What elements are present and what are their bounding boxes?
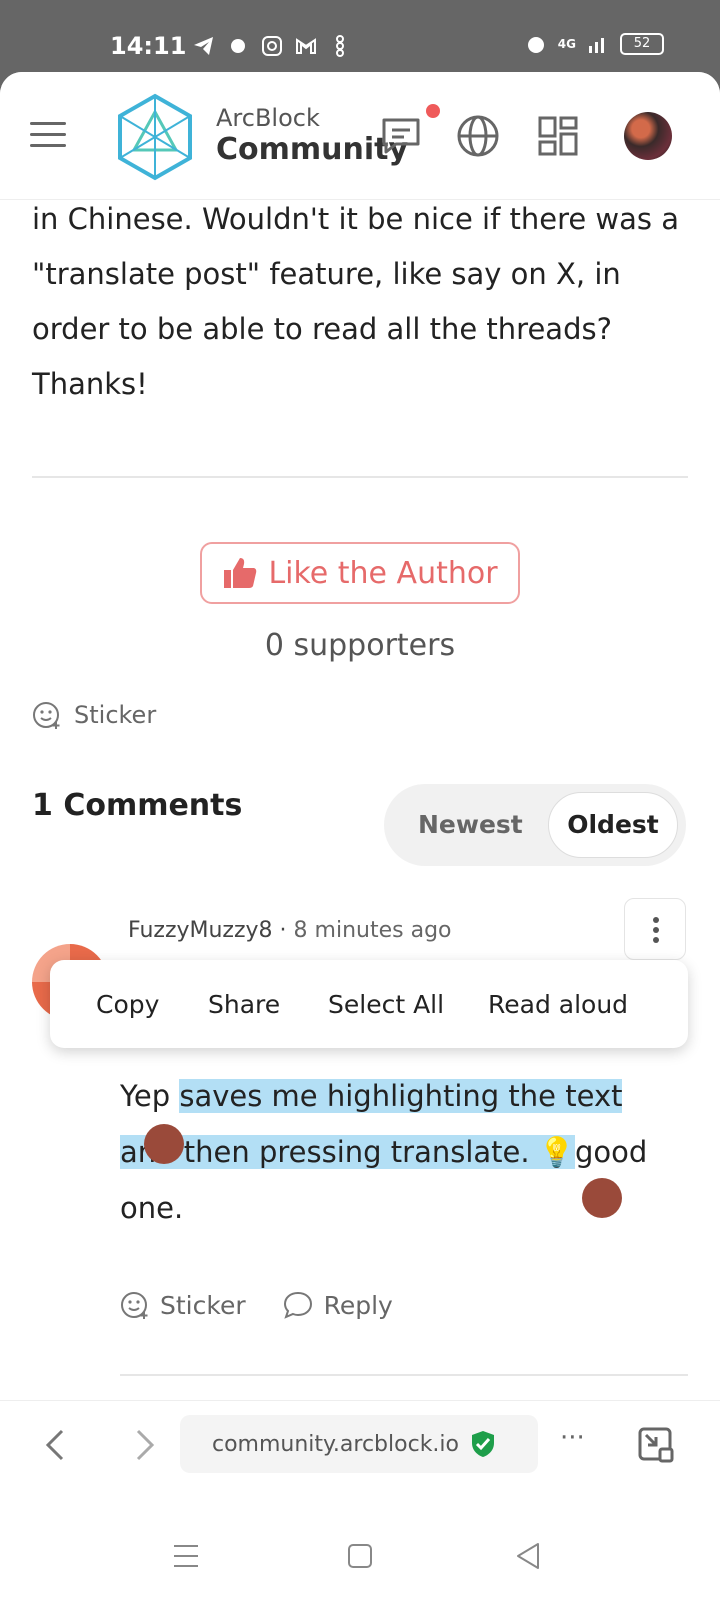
comments-count-title: 1 Comments (32, 788, 243, 823)
comment-more-options-button[interactable] (624, 898, 686, 960)
comment-actions: Sticker Reply (120, 1290, 393, 1320)
forward-arrow-icon[interactable] (124, 1425, 164, 1465)
system-navigation-bar (0, 1510, 720, 1600)
supporters-count: 0 supporters (264, 628, 456, 663)
comment-sticker-button[interactable]: Sticker (120, 1290, 246, 1320)
apps-grid-icon[interactable] (534, 112, 582, 160)
gmail-icon (296, 38, 316, 54)
app-icon (231, 39, 245, 53)
like-author-button[interactable]: Like the Author (200, 542, 520, 604)
back-arrow-icon[interactable] (36, 1425, 76, 1465)
sort-oldest-option[interactable]: Oldest (548, 792, 678, 858)
menu-share[interactable]: Share (208, 990, 280, 1019)
back-triangle-icon[interactable] (510, 1538, 546, 1574)
minimize-window-icon[interactable] (636, 1425, 676, 1465)
chat-icon[interactable] (378, 112, 426, 160)
network-type: 4G (557, 37, 576, 51)
comment-reply-button[interactable]: Reply (282, 1290, 393, 1320)
recent-apps-icon[interactable] (168, 1538, 204, 1574)
comment-sticker-label: Sticker (160, 1290, 246, 1320)
more-options-icon[interactable]: ··· (560, 1423, 585, 1453)
brand-name: ArcBlock (216, 104, 320, 132)
status-bar: 14:11 4G 52 (0, 0, 720, 80)
secure-shield-icon (472, 1431, 494, 1457)
post-divider (32, 476, 688, 478)
home-icon[interactable] (342, 1538, 378, 1574)
sort-newest-option[interactable]: Newest (418, 810, 523, 839)
notification-dot (426, 104, 440, 118)
telegram-icon (194, 37, 213, 55)
menu-copy[interactable]: Copy (96, 990, 159, 1019)
sticker-icon (121, 1292, 148, 1319)
text-selection-context-menu: Copy Share Select All Read aloud (50, 960, 688, 1048)
comment-author-name[interactable]: FuzzyMuzzy8 (128, 918, 273, 943)
like-author-label: Like the Author (268, 555, 498, 591)
comment-sort-toggle: Newest Oldest (384, 784, 686, 866)
signal-icon (589, 38, 604, 53)
globe-icon[interactable] (454, 112, 502, 160)
app-page: ArcBlock Community in Chinese. Wouldn't … (0, 72, 720, 1472)
instagram-icon (262, 36, 282, 56)
comment-timestamp: 8 minutes ago (293, 918, 452, 943)
address-bar[interactable]: community.arcblock.io (180, 1415, 538, 1473)
reply-bubble-icon (283, 1291, 312, 1319)
sticker-icon (33, 702, 60, 729)
comment-text-pre: Yep (120, 1079, 180, 1113)
post-body-text: in Chinese. Wouldn't it be nice if there… (32, 202, 680, 401)
comment-meta: FuzzyMuzzy8 · 8 minutes ago (128, 918, 452, 943)
top-nav-bar: ArcBlock Community (0, 72, 720, 200)
user-avatar[interactable] (624, 112, 672, 160)
selected-text[interactable]: saves me highlighting the text and then … (120, 1079, 623, 1169)
menu-read-aloud[interactable]: Read aloud (488, 990, 628, 1019)
notification-icons (192, 34, 352, 58)
pinwheel-icon (336, 35, 344, 57)
url-text: community.arcblock.io (212, 1431, 459, 1457)
menu-select-all[interactable]: Select All (328, 990, 444, 1019)
post-sticker-button[interactable]: Sticker (32, 700, 156, 730)
comment-reply-label: Reply (323, 1290, 393, 1320)
selection-end-handle[interactable] (582, 1178, 622, 1218)
thumbs-up-icon (224, 558, 257, 588)
arcblock-logo[interactable] (114, 92, 196, 182)
sticker-label: Sticker (74, 701, 157, 729)
menu-icon[interactable] (30, 122, 66, 148)
browser-toolbar: community.arcblock.io ··· (0, 1400, 720, 1510)
system-icons: 4G 52 (524, 32, 664, 56)
status-time: 14:11 (110, 32, 187, 60)
selection-start-handle[interactable] (144, 1124, 184, 1164)
comment-divider (120, 1374, 688, 1376)
alarm-icon (527, 37, 544, 53)
battery-indicator: 52 (620, 33, 664, 55)
